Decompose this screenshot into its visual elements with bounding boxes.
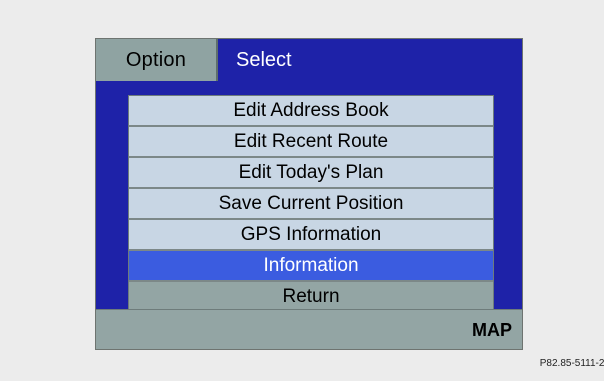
select-menu: Edit Address Book Edit Recent Route Edit… (128, 95, 494, 312)
screen-title: Select (236, 48, 292, 71)
option-tab[interactable]: Option (96, 39, 218, 81)
menu-item-save-current-position[interactable]: Save Current Position (129, 189, 493, 220)
menu-item-edit-address-book[interactable]: Edit Address Book (129, 96, 493, 127)
menu-item-gps-information[interactable]: GPS Information (129, 220, 493, 251)
menu-item-edit-recent-route[interactable]: Edit Recent Route (129, 127, 493, 158)
navigation-screen: Option Select Edit Address Book Edit Rec… (95, 38, 523, 350)
menu-item-information[interactable]: Information (129, 251, 493, 282)
bottom-bar: MAP (96, 309, 522, 349)
return-button[interactable]: Return (129, 282, 493, 311)
menu-item-edit-todays-plan[interactable]: Edit Today's Plan (129, 158, 493, 189)
map-button[interactable]: MAP (472, 310, 512, 350)
figure-code: P82.85-5111-26 (539, 358, 604, 369)
